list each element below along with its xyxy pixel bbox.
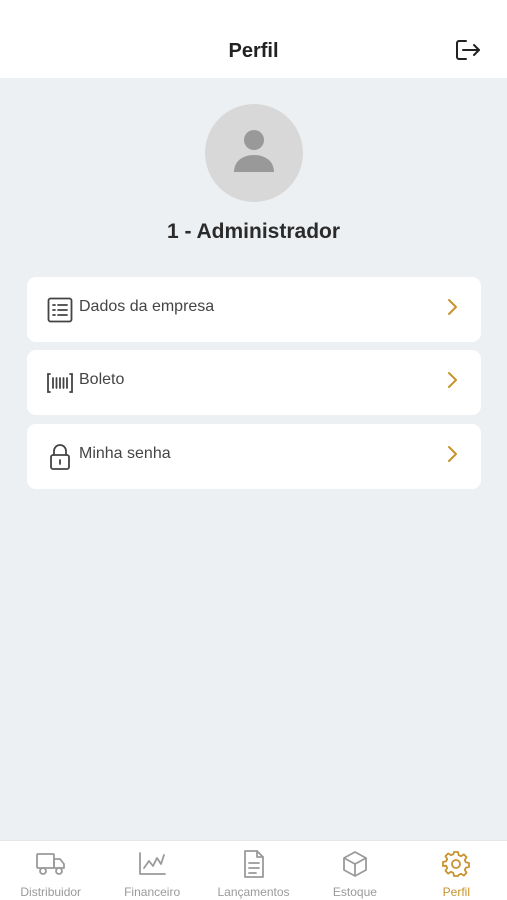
tab-label: Estoque — [332, 885, 377, 899]
user-name: 1 - Administrador — [166, 220, 341, 243]
tab-distribuidor[interactable]: Distribuidor — [0, 841, 101, 900]
tab-lancamentos[interactable]: Lançamentos — [203, 841, 304, 900]
bottom-tab-bar: Distribuidor Financeiro Lançamentos Esto… — [0, 840, 507, 900]
menu-item-label: Boleto — [79, 371, 125, 388]
tab-label: Perfil — [442, 885, 470, 899]
menu-item-boleto[interactable]: Boleto — [27, 350, 481, 415]
avatar — [205, 104, 303, 202]
tab-label: Financeiro — [124, 885, 181, 899]
lock-icon — [46, 443, 74, 471]
chevron-right-icon — [443, 369, 461, 391]
tab-estoque[interactable]: Estoque — [304, 841, 405, 900]
barcode-icon — [46, 369, 74, 397]
menu-item-label: Minha senha — [79, 445, 171, 462]
tab-label: Distribuidor — [20, 885, 82, 899]
truck-icon — [35, 849, 67, 879]
menu-item-label: Dados da empresa — [79, 298, 215, 315]
chart-line-icon — [136, 849, 168, 879]
tab-label: Lançamentos — [217, 885, 290, 899]
logout-icon — [454, 38, 482, 67]
chevron-right-icon — [443, 296, 461, 318]
page-title: Perfil — [228, 40, 279, 62]
user-icon — [232, 128, 276, 179]
header-bar: Perfil — [0, 0, 507, 78]
menu-item-minha-senha[interactable]: Minha senha — [27, 424, 481, 489]
document-list-icon — [46, 296, 74, 324]
tab-financeiro[interactable]: Financeiro — [101, 841, 202, 900]
menu-item-dados-da-empresa[interactable]: Dados da empresa — [27, 277, 481, 342]
document-icon — [238, 849, 270, 879]
chevron-right-icon — [443, 443, 461, 465]
logout-button[interactable] — [452, 38, 484, 66]
gear-icon — [440, 849, 472, 879]
box-icon — [339, 849, 371, 879]
tab-perfil[interactable]: Perfil — [406, 841, 507, 900]
